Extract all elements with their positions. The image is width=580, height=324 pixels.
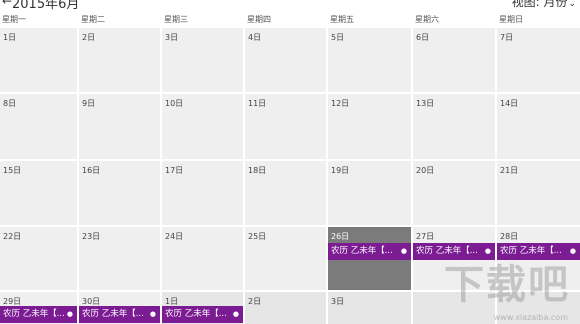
day-number: 20日 (416, 166, 435, 175)
day-number: 2日 (248, 297, 262, 306)
view-selector-label: 视图: 月份 (511, 0, 568, 9)
day-number: 24日 (165, 232, 184, 241)
day-number: 8日 (3, 99, 17, 108)
day-cell[interactable]: 14日 (497, 94, 580, 159)
day-cell[interactable]: 5日 (328, 28, 411, 92)
weekday-label: 星期六 (415, 15, 439, 24)
reminder-icon: ● (400, 247, 407, 255)
day-number: 18日 (248, 166, 267, 175)
weekday-label: 星期四 (247, 15, 271, 24)
reminder-icon: ● (149, 310, 156, 318)
day-cell[interactable]: 8日 (0, 94, 77, 159)
day-cell[interactable]: 30日 农历 乙未年【... ● (79, 292, 160, 324)
day-cell[interactable]: 24日 (162, 227, 243, 290)
event-chip[interactable]: 农历 乙未年【... ● (328, 243, 411, 260)
day-cell[interactable]: 15日 (0, 161, 77, 225)
day-cell[interactable]: 12日 (328, 94, 411, 159)
day-number: 22日 (3, 232, 22, 241)
day-cell[interactable]: 21日 (497, 161, 580, 225)
day-number: 14日 (500, 99, 519, 108)
day-cell[interactable]: 19日 (328, 161, 411, 225)
day-number: 10日 (165, 99, 184, 108)
day-cell[interactable]: 17日 (162, 161, 243, 225)
view-selector[interactable]: 视图: 月份⌄ (512, 0, 576, 10)
reminder-icon: ● (569, 247, 576, 255)
back-arrow-icon[interactable]: ← (2, 0, 12, 8)
day-cell[interactable]: 18日 (245, 161, 326, 225)
day-cell[interactable]: 3日 (162, 28, 243, 92)
day-number: 17日 (165, 166, 184, 175)
calendar-app: ← 2015年6月 视图: 月份⌄ 星期一 星期二 星期三 星期四 星期五 星期六 星期日 … (0, 0, 580, 324)
day-cell[interactable]: 28日农历 乙未年【... ● (497, 227, 580, 290)
day-cell[interactable]: 23日 (79, 227, 160, 290)
weekday-label: 星期五 (330, 15, 354, 24)
day-cell[interactable]: 4日 (245, 28, 326, 92)
day-cell[interactable]: 10日 (162, 94, 243, 159)
weekday-label: 星期三 (164, 15, 188, 24)
day-number: 27日 (416, 232, 435, 241)
event-title: 农历 乙未年【... (331, 246, 393, 256)
day-number: 11日 (248, 99, 267, 108)
event-title: 农历 乙未年【... (416, 246, 478, 256)
day-number: 5日 (331, 33, 345, 42)
reminder-icon: ● (232, 310, 239, 318)
day-cell[interactable]: 6日 (413, 28, 495, 92)
event-title: 农历 乙未年【... (3, 309, 65, 319)
day-number: 28日 (500, 232, 519, 241)
day-number: 25日 (248, 232, 267, 241)
reminder-icon: ● (66, 310, 73, 318)
month-grid: 1日 2日 3日 4日 5日 6日 7日 8日 9日 10日 11日 12日 13日 14日 15日 16日 1… (0, 28, 580, 324)
day-cell[interactable]: 1日 (0, 28, 77, 92)
chevron-down-icon: ⌄ (568, 0, 576, 9)
day-cell[interactable]: 20日 (413, 161, 495, 225)
reminder-icon: ● (484, 247, 491, 255)
day-number: 6日 (416, 33, 430, 42)
day-number: 3日 (331, 297, 345, 306)
day-cell[interactable]: 13日 (413, 94, 495, 159)
day-number: 21日 (500, 166, 519, 175)
day-cell[interactable]: 26日农历 乙未年【... ● (328, 227, 411, 290)
day-cell[interactable] (413, 292, 495, 324)
day-number: 26日 (331, 232, 350, 241)
weekday-header: 星期一 星期二 星期三 星期四 星期五 星期六 星期日 (0, 12, 580, 28)
day-cell[interactable]: 29日 农历 乙未年【... ● (0, 292, 77, 324)
day-number: 15日 (3, 166, 22, 175)
event-title: 农历 乙未年【... (165, 309, 227, 319)
weekday-label: 星期二 (81, 15, 105, 24)
day-cell[interactable]: 2日 (245, 292, 326, 324)
day-cell[interactable]: 1日 农历 乙未年【... ● (162, 292, 243, 324)
day-number: 9日 (82, 99, 96, 108)
day-cell[interactable]: 2日 (79, 28, 160, 92)
day-number: 3日 (165, 33, 179, 42)
event-chip[interactable]: 农历 乙未年【... ● (413, 243, 495, 260)
day-cell[interactable]: 16日 (79, 161, 160, 225)
event-title: 农历 乙未年【... (82, 309, 144, 319)
day-number: 1日 (3, 33, 17, 42)
day-cell[interactable]: 25日 (245, 227, 326, 290)
weekday-label: 星期一 (2, 15, 26, 24)
day-cell[interactable] (497, 292, 580, 324)
calendar-header: ← 2015年6月 视图: 月份⌄ (0, 0, 580, 12)
day-number: 4日 (248, 33, 262, 42)
month-title: 2015年6月 (12, 0, 80, 12)
event-title: 农历 乙未年【... (500, 246, 562, 256)
event-chip[interactable]: 农历 乙未年【... ● (162, 306, 243, 323)
day-cell[interactable]: 9日 (79, 94, 160, 159)
day-cell[interactable]: 22日 (0, 227, 77, 290)
weekday-label: 星期日 (499, 15, 523, 24)
day-number: 7日 (500, 33, 514, 42)
day-number: 23日 (82, 232, 101, 241)
day-cell[interactable]: 27日农历 乙未年【... ● (413, 227, 495, 290)
day-number: 12日 (331, 99, 350, 108)
day-cell[interactable]: 11日 (245, 94, 326, 159)
day-number: 13日 (416, 99, 435, 108)
day-number: 19日 (331, 166, 350, 175)
event-chip[interactable]: 农历 乙未年【... ● (497, 243, 580, 260)
day-cell[interactable]: 7日 (497, 28, 580, 92)
day-number: 2日 (82, 33, 96, 42)
event-chip[interactable]: 农历 乙未年【... ● (0, 306, 77, 323)
day-number: 16日 (82, 166, 101, 175)
event-chip[interactable]: 农历 乙未年【... ● (79, 306, 160, 323)
day-cell[interactable]: 3日 (328, 292, 411, 324)
